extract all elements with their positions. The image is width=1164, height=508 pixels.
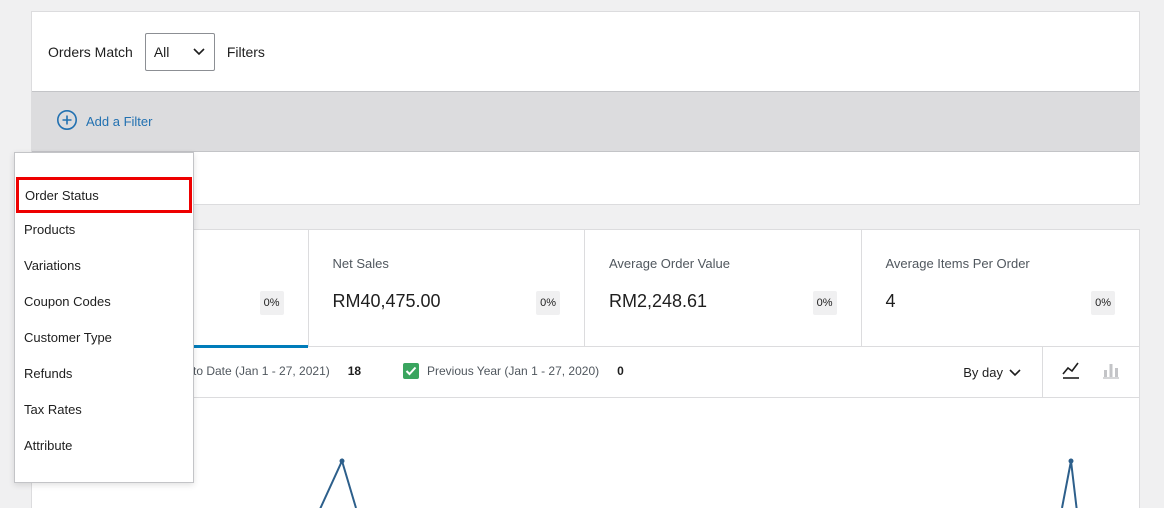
interval-select[interactable]: By day: [963, 347, 1021, 397]
stat-delta-badge: 0%: [1091, 291, 1115, 315]
stat-label: Average Order Value: [609, 256, 730, 271]
stat-label: Net Sales: [332, 256, 389, 271]
interval-value: By day: [963, 364, 1003, 380]
filters-header: Orders Match All Filters: [32, 12, 1139, 91]
chart-line-segment: [319, 458, 357, 508]
filter-option-variations[interactable]: Variations: [15, 247, 193, 283]
filter-option-coupon-codes[interactable]: Coupon Codes: [15, 283, 193, 319]
chart-point: [339, 458, 345, 464]
stat-label: Average Items Per Order: [885, 256, 1030, 271]
checkbox-checked-icon[interactable]: [403, 363, 419, 379]
plus-circle-icon: [56, 109, 78, 134]
match-select[interactable]: All: [144, 32, 215, 71]
summary-card: 0% Net Sales RM40,475.00 0% Average Orde…: [31, 229, 1140, 508]
filter-option-order-status[interactable]: Order Status: [16, 177, 192, 213]
stat-value: RM40,475.00: [332, 291, 441, 311]
stat-delta-badge: 0%: [536, 291, 560, 315]
stat-value: RM2,248.61: [609, 291, 708, 311]
filter-dropdown-menu: Order Status Products Variations Coupon …: [14, 152, 194, 483]
chart-legend-row: to Date (Jan 1 - 27, 2021) 18 Previous Y…: [32, 347, 1139, 398]
chart-area: [32, 398, 1139, 508]
filter-option-refunds[interactable]: Refunds: [15, 355, 193, 391]
chart-line-segment: [1061, 460, 1078, 508]
legend-current-count: 18: [347, 364, 362, 378]
stat-average-items-per-order[interactable]: Average Items Per Order 4 0%: [862, 230, 1140, 347]
add-filter-button[interactable]: Add a Filter: [56, 109, 152, 134]
legend-current-label: to Date (Jan 1 - 27, 2021): [193, 364, 330, 378]
match-select-value: All: [153, 43, 170, 60]
stat-delta-badge: 0%: [259, 291, 284, 315]
filter-option-attribute[interactable]: Attribute: [15, 427, 193, 463]
bar-chart-icon[interactable]: [1101, 360, 1121, 385]
legend-previous-label: Previous Year (Jan 1 - 27, 2020): [427, 364, 600, 378]
chart-type-toggle: [1042, 347, 1139, 397]
filter-option-products[interactable]: Products: [15, 211, 193, 247]
line-chart-icon[interactable]: [1061, 360, 1081, 385]
add-filter-bar: Add a Filter: [32, 91, 1139, 152]
stat-average-order-value[interactable]: Average Order Value RM2,248.61 0%: [585, 230, 862, 347]
legend-previous-count: 0: [617, 364, 624, 378]
summary-stats: 0% Net Sales RM40,475.00 0% Average Orde…: [32, 230, 1140, 348]
stat-value: 4: [885, 291, 896, 311]
advanced-filters-panel: Orders Match All Filters Add a Filter: [31, 11, 1140, 205]
stat-net-sales[interactable]: Net Sales RM40,475.00 0%: [309, 230, 585, 347]
filter-option-customer-type[interactable]: Customer Type: [15, 319, 193, 355]
filters-label: Filters: [226, 43, 265, 60]
orders-match-label: Orders Match: [48, 43, 133, 60]
stat-delta-badge: 0%: [812, 291, 837, 315]
add-filter-label: Add a Filter: [86, 114, 153, 129]
chevron-down-icon: [1009, 365, 1021, 380]
chart-canvas: [319, 458, 1078, 508]
chart-point: [1068, 458, 1074, 464]
legend-previous-period[interactable]: Previous Year (Jan 1 - 27, 2020) 0: [403, 363, 624, 379]
filter-option-tax-rates[interactable]: Tax Rates: [15, 391, 193, 427]
legend-current-period[interactable]: to Date (Jan 1 - 27, 2021) 18: [193, 364, 361, 378]
chevron-down-icon: [192, 45, 206, 59]
